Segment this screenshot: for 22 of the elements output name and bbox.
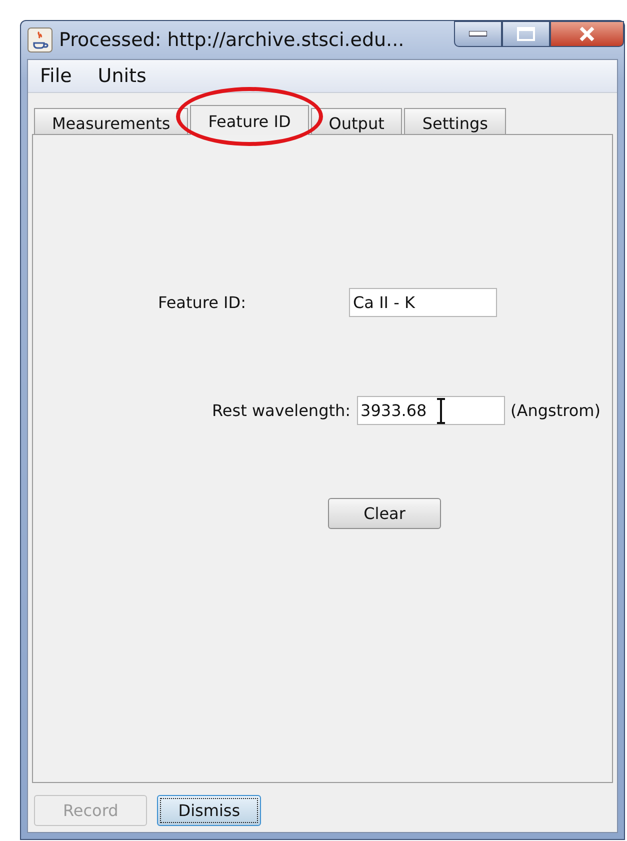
input-field[interactable]: 3933.68 bbox=[356, 396, 505, 425]
maximize-icon bbox=[517, 27, 535, 41]
tab[interactable]: Measurements bbox=[34, 108, 188, 134]
text-cursor-icon bbox=[436, 398, 446, 424]
tab[interactable]: Feature ID bbox=[190, 105, 309, 135]
tab[interactable]: Output bbox=[310, 108, 402, 134]
close-icon bbox=[578, 26, 596, 42]
minimize-button[interactable] bbox=[454, 21, 502, 47]
window-title: Processed: http://archive.stsci.edu... bbox=[59, 29, 406, 51]
dialog-button[interactable]: Dismiss bbox=[157, 795, 262, 826]
close-button[interactable] bbox=[550, 21, 624, 47]
field-label: Feature ID: bbox=[158, 293, 247, 312]
maximize-button[interactable] bbox=[502, 21, 550, 47]
clear-button[interactable]: Clear bbox=[328, 498, 441, 529]
unit-label: (Angstrom) bbox=[510, 401, 600, 420]
field-label: Rest wavelength: bbox=[212, 401, 351, 420]
menu-item[interactable]: File bbox=[40, 65, 72, 87]
tab[interactable]: Settings bbox=[404, 108, 506, 134]
app-icon bbox=[27, 27, 53, 53]
input-field[interactable]: Ca II - K bbox=[349, 288, 497, 317]
minimize-icon bbox=[469, 31, 487, 37]
menu-item[interactable]: Units bbox=[98, 65, 146, 87]
